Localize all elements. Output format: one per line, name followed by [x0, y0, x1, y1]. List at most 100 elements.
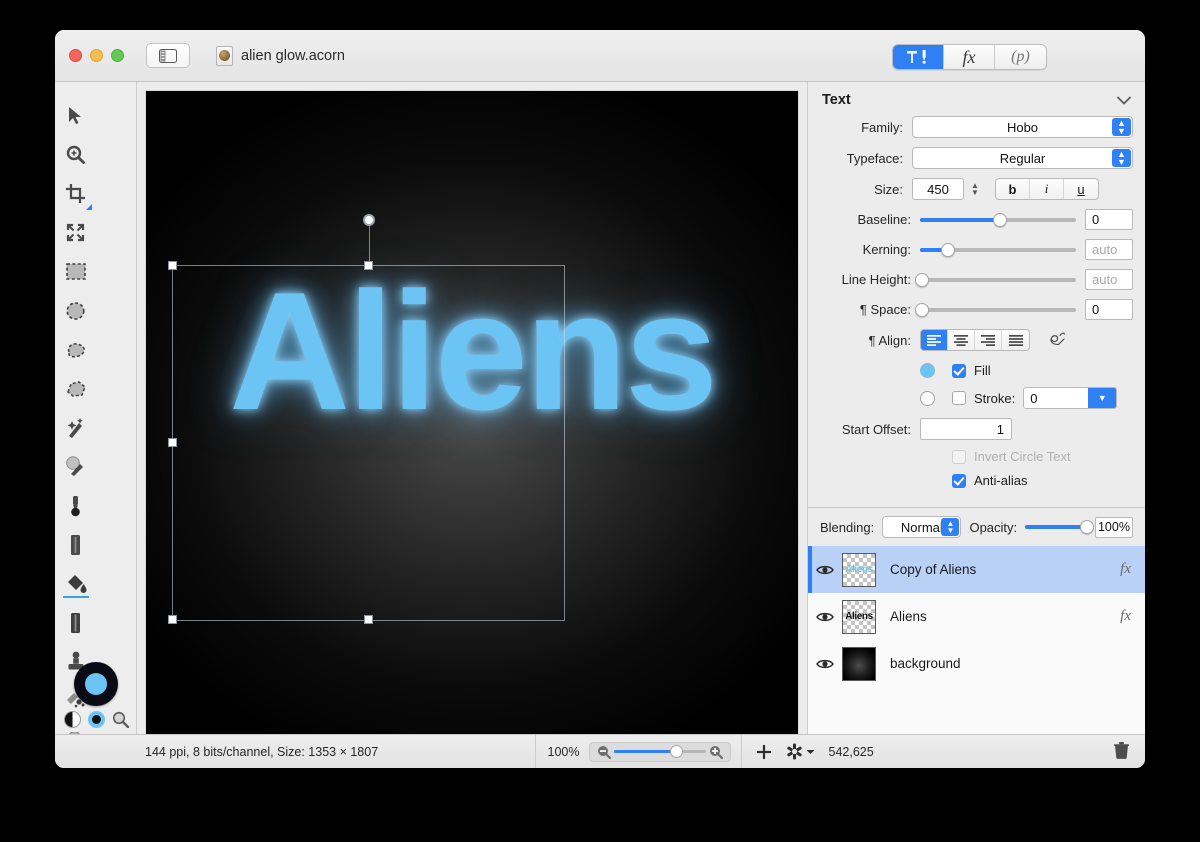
- start-offset-input[interactable]: 1: [920, 418, 1012, 440]
- layer-thumbnail: Aliens: [842, 552, 876, 587]
- bold-button[interactable]: b: [996, 179, 1030, 199]
- magic-wand-tool[interactable]: [55, 408, 96, 447]
- opacity-slider[interactable]: [1025, 519, 1094, 535]
- chevron-down-icon[interactable]: [1117, 96, 1131, 105]
- layer-fx-badge[interactable]: fx: [1120, 561, 1131, 578]
- align-center-button[interactable]: [948, 330, 975, 350]
- color-picker-magnifier-icon[interactable]: [112, 711, 129, 728]
- move-tool[interactable]: [55, 96, 96, 135]
- ellipse-select-tool[interactable]: [55, 291, 96, 330]
- anti-alias-row: Anti-alias: [820, 473, 1133, 488]
- plus-icon[interactable]: [756, 744, 772, 760]
- typeface-select[interactable]: Regular ▲ ▼: [912, 147, 1133, 169]
- eyedropper-tool[interactable]: [55, 486, 96, 525]
- close-button[interactable]: [69, 49, 82, 62]
- invert-circle-text-label: Invert Circle Text: [974, 449, 1071, 464]
- circle-text-icon[interactable]: [1048, 330, 1066, 351]
- layer-visibility-toggle[interactable]: [808, 611, 842, 623]
- layer-row-background[interactable]: background: [808, 640, 1145, 687]
- selected-color-icon[interactable]: [87, 711, 105, 728]
- rectangle-select-tool[interactable]: [55, 252, 96, 291]
- tab-tools[interactable]: [893, 45, 944, 69]
- tab-palette[interactable]: (p): [995, 45, 1046, 69]
- opacity-value-input[interactable]: 100%: [1094, 516, 1133, 538]
- crop-tool[interactable]: [55, 174, 96, 213]
- default-colors-icon[interactable]: [63, 711, 81, 728]
- lasso-select-tool[interactable]: [55, 330, 96, 369]
- swatch-controls: [63, 711, 129, 728]
- anti-alias-checkbox[interactable]: [952, 473, 966, 488]
- align-right-button[interactable]: [975, 330, 1002, 350]
- rotation-handle[interactable]: [362, 214, 375, 226]
- eraser-tool[interactable]: [55, 603, 96, 642]
- fill-checkbox[interactable]: [952, 363, 966, 378]
- tab-effects[interactable]: fx: [944, 45, 995, 69]
- layer-row-aliens[interactable]: Aliens Aliens fx: [808, 593, 1145, 640]
- align-justify-button[interactable]: [1002, 330, 1029, 350]
- delete-layer-button[interactable]: [1114, 741, 1145, 762]
- title-bar: alien glow.acorn fx (p): [55, 30, 1145, 82]
- zoom-out-icon[interactable]: [597, 745, 611, 759]
- family-select[interactable]: Hobo ▲ ▼: [912, 116, 1133, 138]
- resize-handle-top-center[interactable]: [363, 261, 373, 270]
- fill-radio[interactable]: [920, 363, 935, 378]
- document-title-label: alien glow.acorn: [241, 47, 345, 64]
- layer-row-copy-of-aliens[interactable]: Aliens Copy of Aliens fx: [808, 546, 1145, 593]
- size-input[interactable]: 450: [912, 178, 964, 200]
- resize-handle-top-left[interactable]: [168, 261, 177, 270]
- marker-tool[interactable]: [55, 525, 96, 564]
- polygon-lasso-tool[interactable]: [55, 369, 96, 408]
- minimize-button[interactable]: [90, 49, 103, 62]
- zoom-button[interactable]: [111, 49, 124, 62]
- zoom-slider[interactable]: [588, 741, 731, 762]
- stroke-dropdown-button[interactable]: ▼: [1088, 388, 1117, 408]
- blending-mode-select[interactable]: Normal ▲ ▼: [882, 516, 962, 538]
- align-left-button[interactable]: [921, 330, 948, 350]
- resize-handle-bottom-center[interactable]: [363, 615, 373, 624]
- sidebar-toggle-button[interactable]: [146, 43, 190, 68]
- family-row: Family: Hobo ▲ ▼: [820, 116, 1133, 138]
- baseline-value-input[interactable]: 0: [1085, 209, 1133, 230]
- foreground-color-swatch[interactable]: [74, 662, 118, 706]
- canvas-area[interactable]: Aliens: [137, 82, 807, 756]
- line-height-slider[interactable]: [914, 271, 1076, 289]
- paragraph-space-slider[interactable]: [914, 301, 1076, 319]
- inspector-panel: Text Family: Hobo ▲ ▼ Typeface: Regular ▲…: [807, 82, 1145, 734]
- kerning-slider[interactable]: [920, 241, 1076, 259]
- line-height-value-input[interactable]: auto: [1085, 269, 1133, 290]
- stroke-value: 0: [1030, 390, 1038, 406]
- paragraph-space-value-input[interactable]: 0: [1085, 299, 1133, 320]
- baseline-slider[interactable]: [920, 211, 1076, 229]
- kerning-value-input[interactable]: auto: [1085, 239, 1133, 260]
- text-style-buttons: b i u: [995, 178, 1099, 200]
- stroke-radio[interactable]: [920, 390, 935, 406]
- resize-tool[interactable]: [55, 213, 96, 252]
- text-selection-box[interactable]: [168, 214, 565, 624]
- sidebar-toggle-icon: [159, 48, 177, 63]
- image-canvas[interactable]: Aliens: [145, 90, 799, 756]
- resize-handle-bottom-left[interactable]: [168, 615, 177, 624]
- line-height-value: auto: [1092, 272, 1118, 287]
- blending-label: Blending:: [820, 519, 875, 535]
- paint-bucket-tool[interactable]: [55, 564, 96, 603]
- memory-usage-label: 542,625: [828, 744, 874, 759]
- italic-button[interactable]: i: [1030, 179, 1064, 199]
- stroke-width-input[interactable]: 0 ▼: [1023, 387, 1118, 409]
- layer-visibility-toggle[interactable]: [808, 658, 842, 670]
- zoom-tool[interactable]: [55, 135, 96, 174]
- app-window: alien glow.acorn fx (p) Aliens Text Fami…: [55, 30, 1145, 768]
- underline-button[interactable]: u: [1064, 179, 1098, 199]
- trash-icon: [1114, 741, 1130, 759]
- stroke-checkbox[interactable]: [952, 391, 966, 405]
- size-stepper[interactable]: ▲ ▼: [969, 182, 981, 197]
- gear-icon: [786, 743, 802, 760]
- paragraph-space-value: 0: [1092, 302, 1100, 317]
- layer-options-menu[interactable]: [786, 743, 815, 760]
- eye-icon: [816, 565, 834, 574]
- zoom-in-icon[interactable]: [709, 745, 723, 759]
- layer-visibility-toggle[interactable]: [808, 564, 842, 576]
- select-similar-tool[interactable]: [55, 447, 96, 486]
- resize-handle-middle-left[interactable]: [168, 438, 177, 447]
- layer-thumbnail-text: Aliens: [845, 611, 873, 622]
- layer-fx-badge[interactable]: fx: [1120, 608, 1131, 625]
